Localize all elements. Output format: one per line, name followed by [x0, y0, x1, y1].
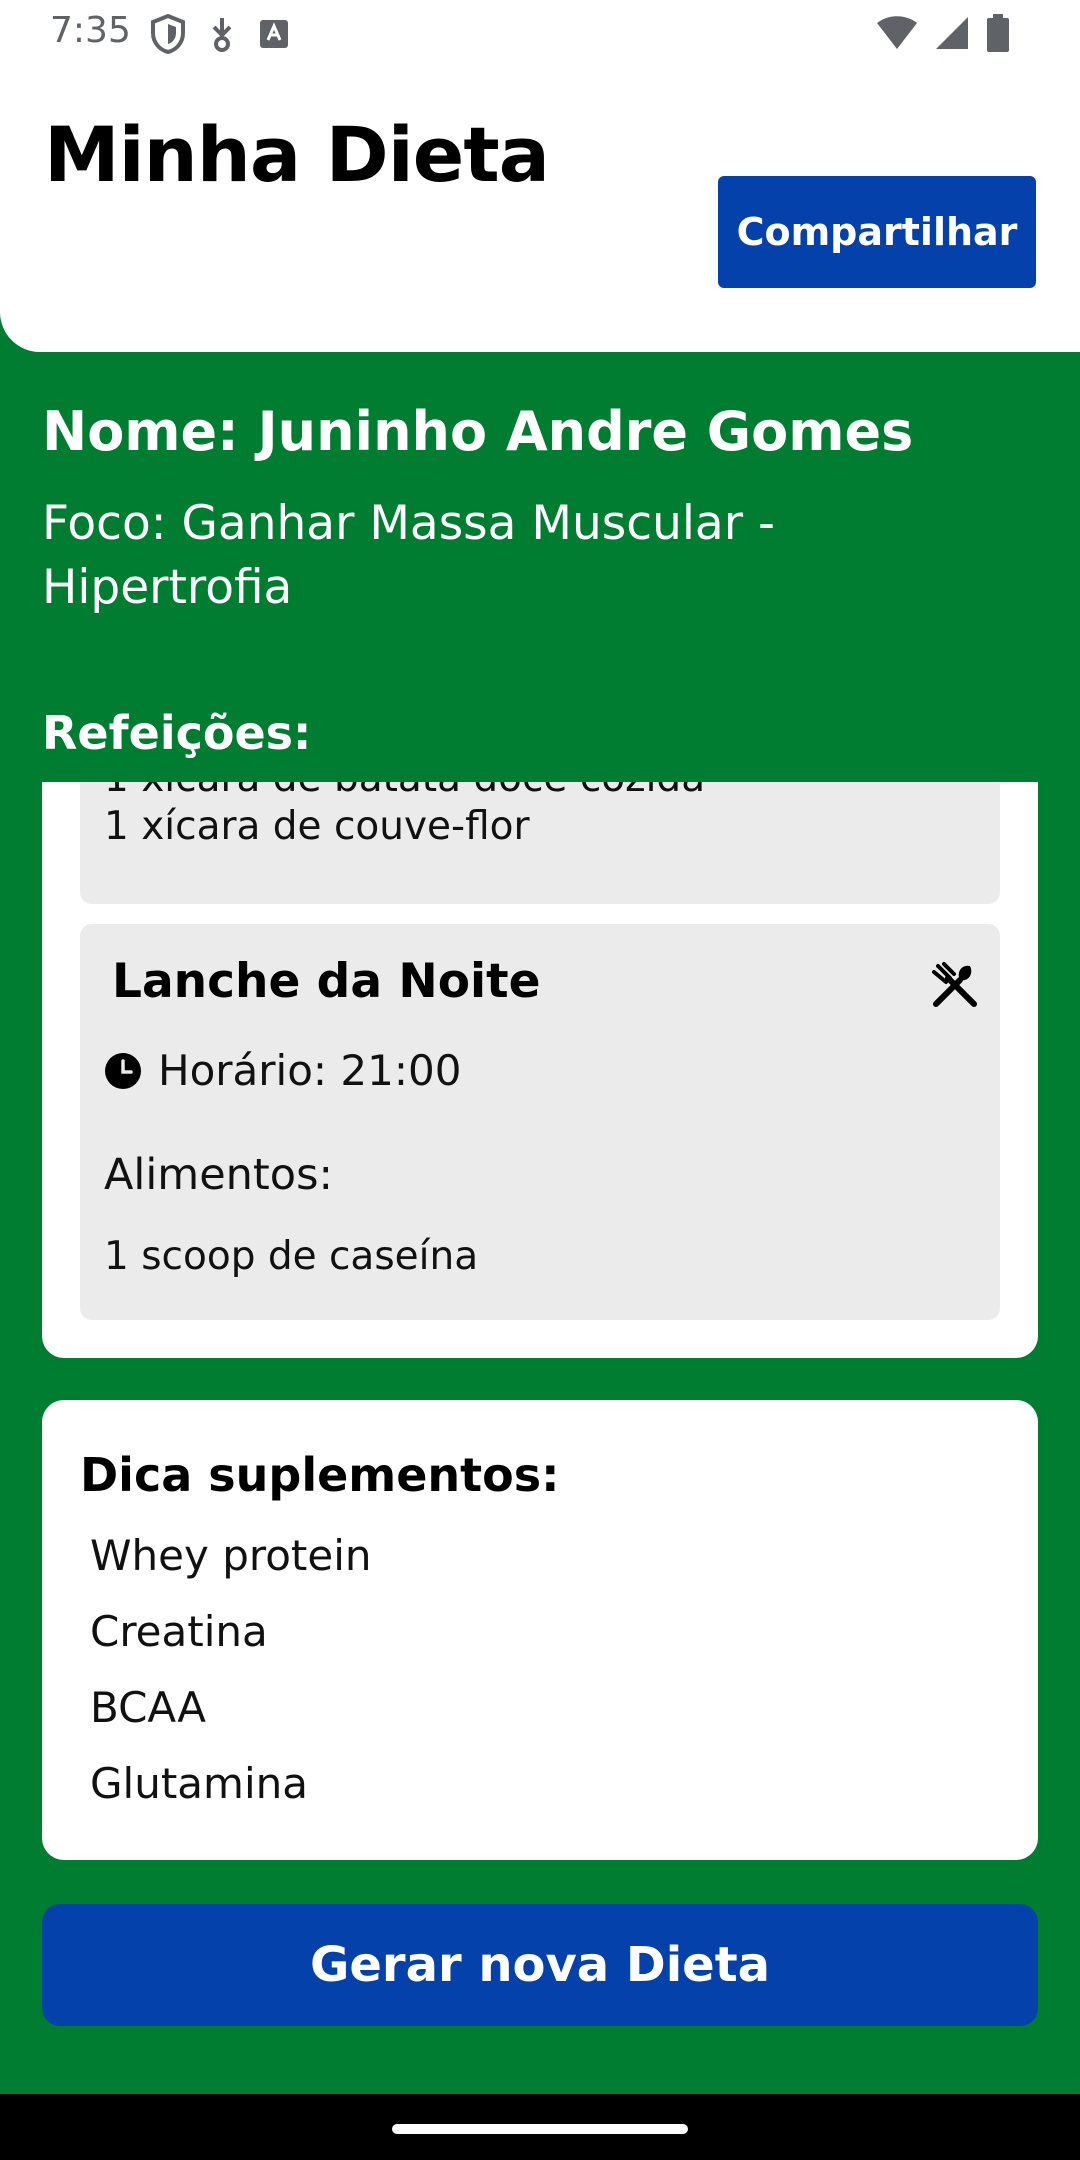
meals-section-title: Refeições: [42, 706, 312, 760]
wifi-icon [877, 16, 917, 49]
food-item: 1 xícara de batata doce cozida [104, 782, 705, 801]
diet-focus: Foco: Ganhar Massa Muscular - Hipertrofi… [42, 496, 775, 615]
battery-icon [987, 14, 1009, 52]
supplements-list: Whey protein Creatina BCAA Glutamina [90, 1518, 372, 1822]
meal-card: Lanche da Noite Horário: 21:00 Alimentos… [80, 924, 1000, 1320]
food-item: 1 scoop de caseína [104, 1234, 479, 1279]
food-item: 1 xícara de couve-flor [104, 804, 530, 849]
clock-icon [105, 1052, 141, 1089]
meal-name: Lanche da Noite [112, 954, 541, 1009]
status-bar: 7:35 [0, 0, 1080, 70]
supplement-item: BCAA [90, 1683, 207, 1732]
cutlery-icon[interactable] [930, 960, 980, 1010]
supplements-card: Dica suplementos: Whey protein Creatina … [42, 1400, 1038, 1860]
status-time: 7:35 [50, 10, 131, 51]
status-icons-left [150, 14, 290, 54]
meal-card-partial: 1 xícara de batata doce cozida 1 xícara … [80, 782, 1000, 904]
supplements-title: Dica suplementos: [80, 1448, 560, 1502]
meals-list[interactable]: 1 xícara de batata doce cozida 1 xícara … [42, 782, 1038, 1358]
supplement-item: Whey protein [90, 1531, 372, 1580]
share-button[interactable]: Compartilhar [718, 176, 1036, 288]
supplement-item: Creatina [90, 1607, 268, 1656]
status-icons-right [876, 14, 1010, 52]
keyboard-icon [260, 20, 288, 48]
home-handle[interactable] [392, 2124, 688, 2134]
supplement-item: Glutamina [90, 1759, 308, 1808]
signal-icon [936, 17, 968, 49]
meal-time-row: Horário: 21:00 [104, 1046, 461, 1095]
download-icon [212, 18, 232, 52]
page-title: Minha Dieta [44, 110, 550, 199]
generate-diet-button[interactable]: Gerar nova Dieta [42, 1904, 1038, 2026]
foods-label: Alimentos: [104, 1150, 333, 1200]
meal-time: Horário: 21:00 [158, 1046, 462, 1095]
shield-icon [151, 14, 185, 54]
user-name: Nome: Juninho Andre Gomes [42, 400, 914, 463]
